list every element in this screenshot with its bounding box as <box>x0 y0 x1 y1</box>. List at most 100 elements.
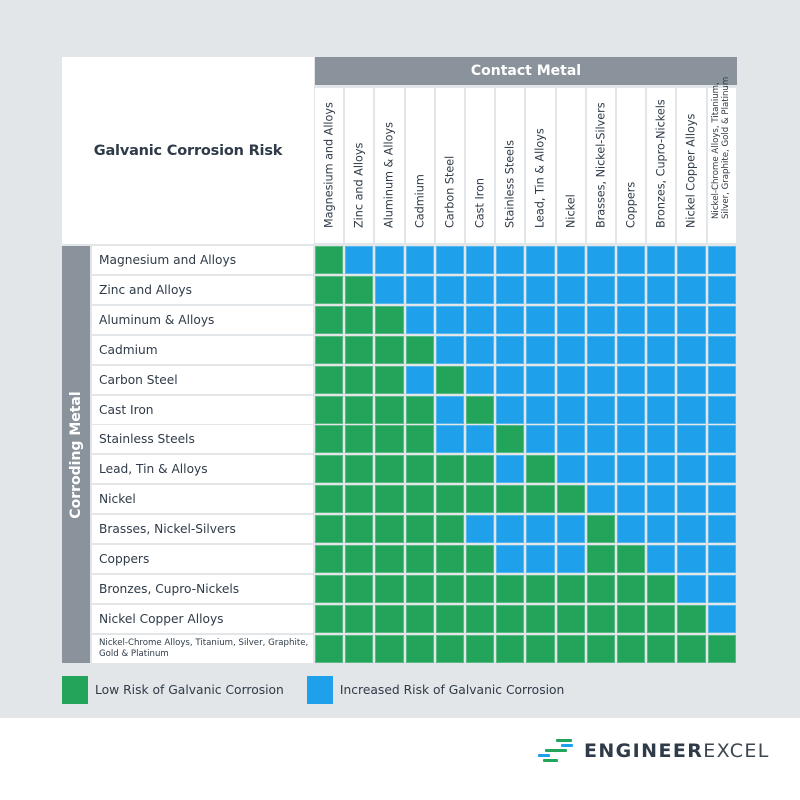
cell-low-risk <box>375 305 404 334</box>
cell-increased-risk <box>496 275 525 304</box>
cell-increased-risk <box>496 335 525 364</box>
cell-increased-risk <box>466 515 495 544</box>
cell-increased-risk <box>707 335 736 364</box>
stacked-lines-logo-icon <box>538 736 578 766</box>
column-header-label: Nickel Copper Alloys <box>684 113 698 228</box>
cell-low-risk <box>526 485 555 514</box>
row-header-label: Magnesium and Alloys <box>92 246 313 274</box>
column-header-label: Cadmium <box>413 174 427 228</box>
cell-increased-risk <box>647 545 676 573</box>
cell-increased-risk <box>586 425 615 454</box>
engineerexcel-logo: ENGINEEREXCEL <box>538 736 770 766</box>
cell-low-risk <box>315 634 344 663</box>
cell-low-risk <box>617 604 646 633</box>
cell-increased-risk <box>617 335 646 364</box>
cell-low-risk <box>405 425 434 454</box>
cell-low-risk <box>375 335 404 364</box>
cell-increased-risk <box>617 365 646 394</box>
cell-low-risk <box>315 574 344 603</box>
legend-label-increased: Increased Risk of Galvanic Corrosion <box>339 683 565 697</box>
row-header-label: Coppers <box>92 545 313 573</box>
cell-increased-risk <box>707 305 736 334</box>
cell-low-risk <box>677 604 706 633</box>
cell-increased-risk <box>466 305 495 334</box>
cell-low-risk <box>496 634 525 663</box>
cell-low-risk <box>345 275 374 304</box>
cell-low-risk <box>345 335 374 364</box>
cell-increased-risk <box>677 275 706 304</box>
column-header: Nickel <box>556 88 585 243</box>
cell-increased-risk <box>466 425 495 454</box>
cell-low-risk <box>375 455 404 484</box>
cell-low-risk <box>526 634 555 663</box>
cell-increased-risk <box>707 455 736 484</box>
cell-low-risk <box>556 485 585 514</box>
cell-increased-risk <box>466 275 495 304</box>
cell-increased-risk <box>707 485 736 514</box>
row-header-label: Bronzes, Cupro-Nickels <box>92 574 313 603</box>
cell-increased-risk <box>375 275 404 304</box>
cell-increased-risk <box>496 395 525 424</box>
cell-low-risk <box>586 574 615 603</box>
cell-increased-risk <box>677 485 706 514</box>
cell-low-risk <box>647 634 676 663</box>
cell-low-risk <box>345 545 374 573</box>
cell-increased-risk <box>647 305 676 334</box>
cell-low-risk <box>496 485 525 514</box>
cell-low-risk <box>556 574 585 603</box>
column-header-label: Lead, Tin & Alloys <box>533 128 547 228</box>
column-header: Zinc and Alloys <box>345 88 374 243</box>
cell-increased-risk <box>586 455 615 484</box>
cell-low-risk <box>315 604 344 633</box>
cell-increased-risk <box>556 395 585 424</box>
y-axis-label: Corroding Metal <box>68 390 84 519</box>
cell-low-risk <box>435 365 464 394</box>
row-header-label: Cast Iron <box>92 395 313 424</box>
cell-increased-risk <box>647 515 676 544</box>
column-header-label: Zinc and Alloys <box>352 142 366 228</box>
cell-increased-risk <box>707 604 736 633</box>
cell-low-risk <box>375 365 404 394</box>
cell-low-risk <box>375 425 404 454</box>
cell-increased-risk <box>677 425 706 454</box>
cell-increased-risk <box>375 246 404 274</box>
cell-increased-risk <box>435 305 464 334</box>
cell-increased-risk <box>435 335 464 364</box>
cell-low-risk <box>496 425 525 454</box>
row-header-label: Lead, Tin & Alloys <box>92 455 313 484</box>
cell-low-risk <box>315 335 344 364</box>
cell-increased-risk <box>647 395 676 424</box>
column-headers: Magnesium and Alloys Zinc and Alloys Alumi… <box>315 77 738 244</box>
column-header-label: Stainless Steels <box>503 139 517 228</box>
cell-low-risk <box>435 574 464 603</box>
legend: Low Risk of Galvanic Corrosion Increased… <box>62 675 587 705</box>
row-header-label: Zinc and Alloys <box>92 275 313 304</box>
cell-low-risk <box>466 485 495 514</box>
cell-low-risk <box>466 634 495 663</box>
cell-low-risk <box>315 246 344 274</box>
column-header: Aluminum & Alloys <box>375 88 404 243</box>
cell-increased-risk <box>405 365 434 394</box>
cell-increased-risk <box>617 425 646 454</box>
column-header: Lead, Tin & Alloys <box>526 88 555 243</box>
cell-increased-risk <box>405 305 434 334</box>
cell-low-risk <box>405 604 434 633</box>
cell-low-risk <box>345 395 374 424</box>
legend-label-low: Low Risk of Galvanic Corrosion <box>95 683 284 697</box>
cell-low-risk <box>677 634 706 663</box>
row-header-label: Brasses, Nickel-Silvers <box>92 515 313 544</box>
cell-increased-risk <box>707 425 736 454</box>
risk-grid <box>315 246 738 664</box>
cell-low-risk <box>315 365 344 394</box>
cell-low-risk <box>345 425 374 454</box>
cell-increased-risk <box>466 246 495 274</box>
cell-increased-risk <box>617 515 646 544</box>
legend-item-increased: Increased Risk of Galvanic Corrosion <box>306 676 565 704</box>
cell-low-risk <box>345 574 374 603</box>
column-header: Bronzes, Cupro-Nickels <box>647 88 676 243</box>
cell-increased-risk <box>435 275 464 304</box>
cell-low-risk <box>466 395 495 424</box>
row-header-label: Stainless Steels <box>92 425 313 454</box>
row-header-label: Nickel <box>92 485 313 514</box>
cell-increased-risk <box>647 275 676 304</box>
